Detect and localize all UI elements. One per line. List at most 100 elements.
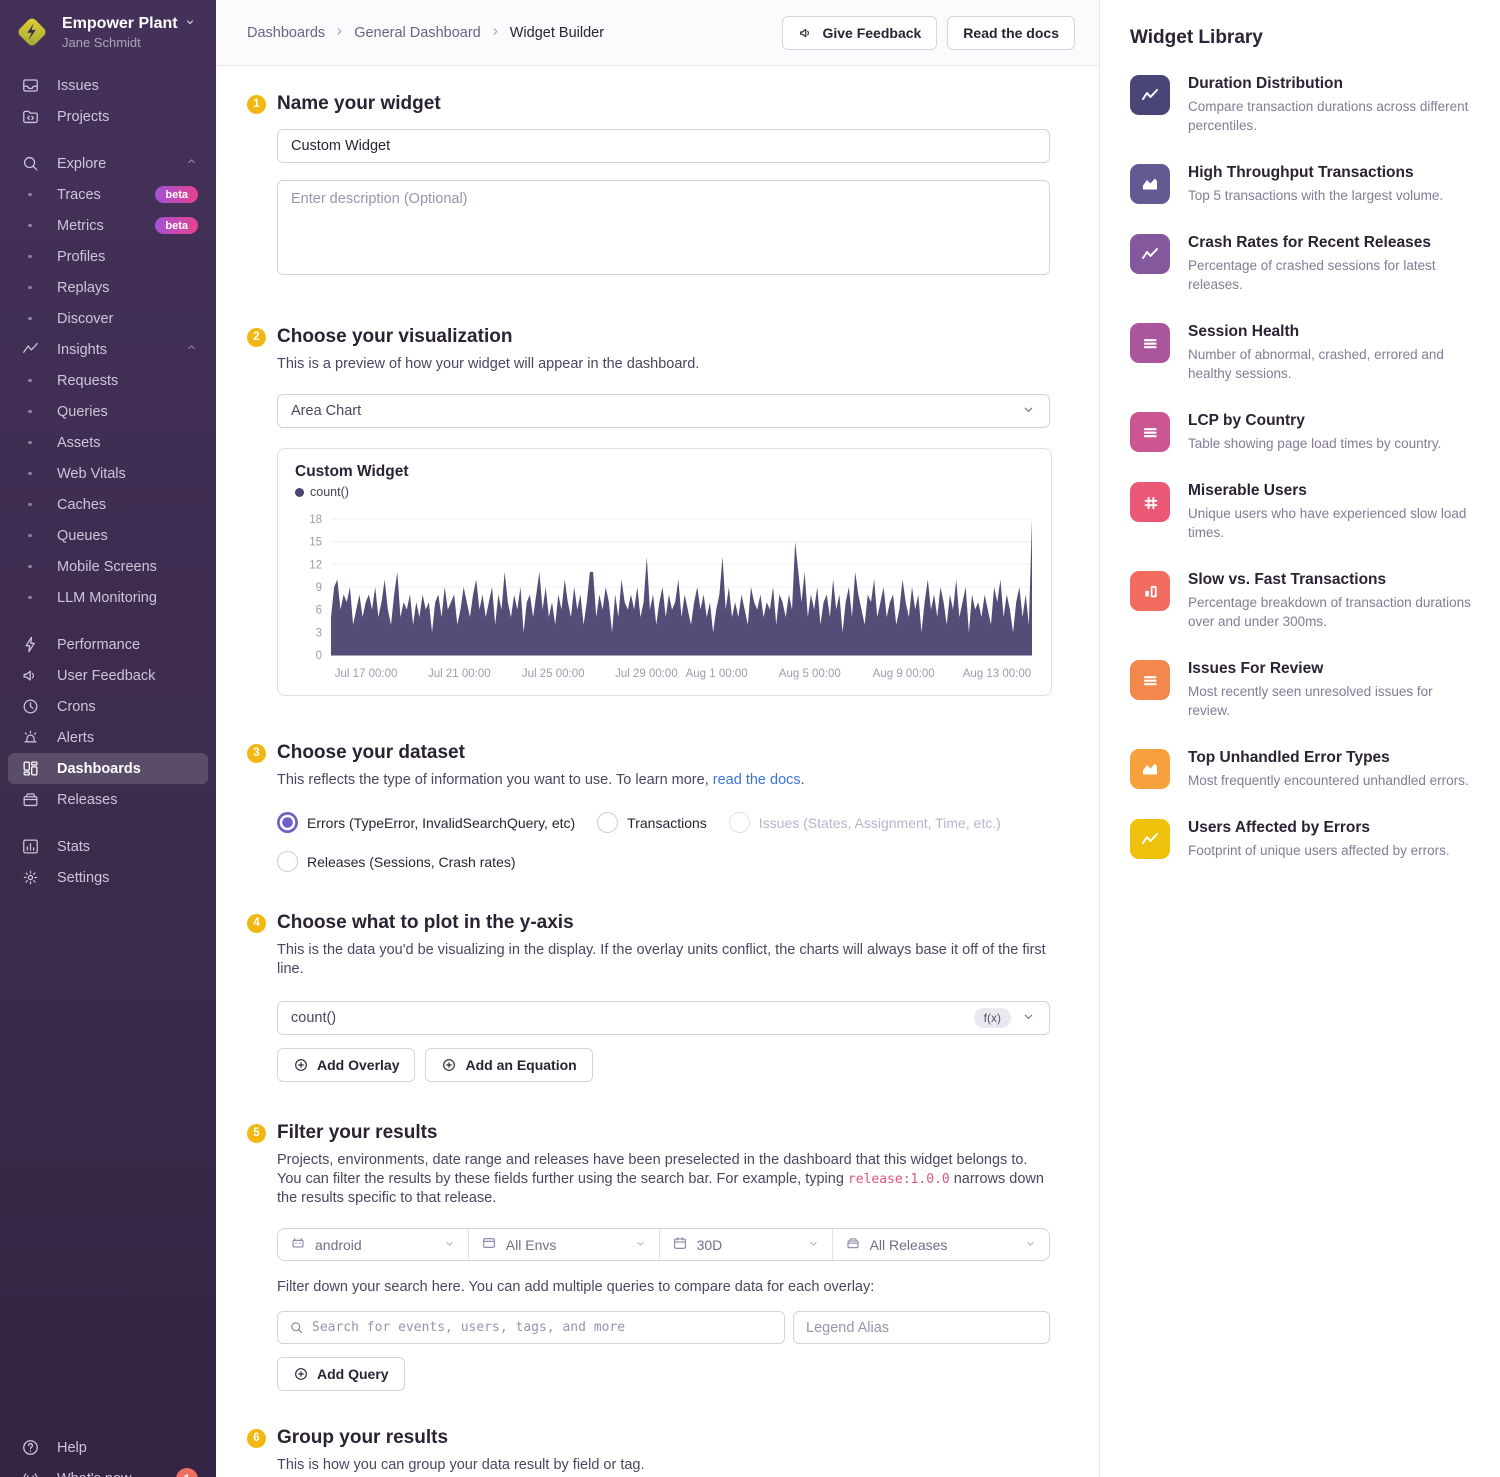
- library-item-issues-for-review[interactable]: Issues For ReviewMost recently seen unre…: [1130, 660, 1472, 720]
- sidebar-item-label: Metrics: [57, 218, 155, 234]
- sidebar-item-user-feedback[interactable]: User Feedback: [8, 660, 208, 691]
- step2-title: Choose your visualization: [277, 326, 512, 348]
- library-item-description: Table showing page load times by country…: [1188, 434, 1441, 453]
- give-feedback-button[interactable]: Give Feedback: [782, 16, 937, 50]
- main: Dashboards General Dashboard Widget Buil…: [216, 0, 1100, 1477]
- library-item-duration-distribution[interactable]: Duration DistributionCompare transaction…: [1130, 75, 1472, 135]
- sidebar-item-queries[interactable]: Queries: [8, 396, 208, 427]
- library-item-description: Number of abnormal, crashed, errored and…: [1188, 345, 1472, 383]
- dataset-radio-releases[interactable]: Releases (Sessions, Crash rates): [277, 851, 516, 872]
- sidebar-item-label: Stats: [57, 839, 198, 855]
- stats-icon: [20, 837, 40, 857]
- dataset-radio-errors[interactable]: Errors (TypeError, InvalidSearchQuery, e…: [277, 812, 575, 833]
- query-search-input[interactable]: [312, 1320, 773, 1335]
- bullet-icon: [20, 317, 40, 321]
- library-item-session-health[interactable]: Session HealthNumber of abnormal, crashe…: [1130, 323, 1472, 383]
- svg-text:Aug 13 00:00: Aug 13 00:00: [963, 668, 1031, 680]
- sidebar-item-metrics[interactable]: Metricsbeta: [8, 210, 208, 241]
- sidebar-item-performance[interactable]: Performance: [8, 629, 208, 660]
- add-overlay-button[interactable]: Add Overlay: [277, 1048, 415, 1082]
- step5-subtitle: Projects, environments, date range and r…: [277, 1151, 1052, 1208]
- search-icon: [20, 154, 40, 174]
- plus-circle-icon: [293, 1366, 309, 1382]
- widget-description-input[interactable]: [277, 180, 1050, 275]
- filter-all-envs[interactable]: All Envs: [468, 1229, 659, 1260]
- sidebar-item-insights[interactable]: Insights: [8, 334, 208, 365]
- topbar: Dashboards General Dashboard Widget Buil…: [216, 0, 1099, 66]
- sidebar-item-label: Help: [57, 1440, 198, 1456]
- library-item-miserable-users[interactable]: Miserable UsersUnique users who have exp…: [1130, 482, 1472, 542]
- library-item-description: Unique users who have experienced slow l…: [1188, 504, 1472, 542]
- add-equation-button[interactable]: Add an Equation: [425, 1048, 592, 1082]
- sidebar-group: Explore TracesbetaMetricsbetaProfilesRepl…: [0, 148, 216, 334]
- sidebar-item-caches[interactable]: Caches: [8, 489, 208, 520]
- read-the-docs-link[interactable]: read the docs: [713, 772, 801, 788]
- filter-label: All Envs: [506, 1237, 557, 1253]
- widget-name-input[interactable]: [277, 129, 1050, 163]
- sidebar-item-discover[interactable]: Discover: [8, 303, 208, 334]
- feedback-icon: [20, 666, 40, 686]
- sidebar-item-llm-monitoring[interactable]: LLM Monitoring: [8, 582, 208, 613]
- sidebar-item-projects[interactable]: Projects: [8, 101, 208, 132]
- sidebar-item-label: Issues: [57, 78, 198, 94]
- sidebar-group: PerformanceUser Feedback Crons AlertsDashb…: [0, 629, 216, 815]
- dataset-radio-transactions[interactable]: Transactions: [597, 812, 707, 833]
- sidebar-item-what-s-new[interactable]: What's new1: [8, 1463, 208, 1477]
- fx-badge: f(x): [974, 1008, 1011, 1028]
- sidebar-item-help[interactable]: Help: [8, 1432, 208, 1463]
- library-item-crash-rates-for-recent-releases[interactable]: Crash Rates for Recent ReleasesPercentag…: [1130, 234, 1472, 294]
- sidebar-item-releases[interactable]: Releases: [8, 784, 208, 815]
- whats-new-count-badge: 1: [176, 1468, 198, 1477]
- filter-all-releases[interactable]: All Releases: [832, 1229, 1049, 1260]
- sidebar-item-profiles[interactable]: Profiles: [8, 241, 208, 272]
- releases-sm-icon: [845, 1235, 861, 1254]
- filter-android[interactable]: android: [278, 1229, 468, 1260]
- breadcrumb-general-dashboard[interactable]: General Dashboard: [354, 25, 481, 41]
- library-item-users-affected-by-errors[interactable]: Users Affected by ErrorsFootprint of uni…: [1130, 819, 1472, 860]
- library-item-lcp-by-country[interactable]: LCP by CountryTable showing page load ti…: [1130, 412, 1472, 453]
- sidebar-item-assets[interactable]: Assets: [8, 427, 208, 458]
- radio-icon: [277, 851, 298, 872]
- org-switcher[interactable]: Empower Plant Jane Schmidt: [0, 0, 216, 70]
- sidebar-item-label: What's new: [57, 1471, 176, 1477]
- step3-heading: 3 Choose your dataset: [247, 742, 1099, 764]
- add-query-button[interactable]: Add Query: [277, 1357, 405, 1391]
- sidebar-item-issues[interactable]: Issues: [8, 70, 208, 101]
- sidebar-item-explore[interactable]: Explore: [8, 148, 208, 179]
- sidebar-item-label: Crons: [57, 699, 198, 715]
- filter-30d[interactable]: 30D: [659, 1229, 832, 1260]
- legend-alias-input[interactable]: [793, 1311, 1050, 1344]
- library-item-title: Users Affected by Errors: [1188, 819, 1450, 837]
- yaxis-function-select[interactable]: count() f(x): [277, 1001, 1050, 1035]
- library-item-slow-vs-fast-transactions[interactable]: Slow vs. Fast TransactionsPercentage bre…: [1130, 571, 1472, 631]
- sidebar-item-crons[interactable]: Crons: [8, 691, 208, 722]
- sidebar-item-label: Discover: [57, 311, 198, 327]
- breadcrumb-dashboards[interactable]: Dashboards: [247, 25, 325, 41]
- step6-title: Group your results: [277, 1427, 448, 1449]
- read-docs-button[interactable]: Read the docs: [947, 16, 1075, 50]
- sidebar-item-settings[interactable]: Settings: [8, 862, 208, 893]
- sidebar-item-dashboards[interactable]: Dashboards: [8, 753, 208, 784]
- insights-icon: [20, 340, 40, 360]
- sidebar-item-queues[interactable]: Queues: [8, 520, 208, 551]
- plus-circle-icon: [441, 1057, 457, 1073]
- sidebar-item-mobile-screens[interactable]: Mobile Screens: [8, 551, 208, 582]
- library-item-top-unhandled-error-types[interactable]: Top Unhandled Error TypesMost frequently…: [1130, 749, 1472, 790]
- sidebar-item-replays[interactable]: Replays: [8, 272, 208, 303]
- library-item-high-throughput-transactions[interactable]: High Throughput TransactionsTop 5 transa…: [1130, 164, 1472, 205]
- step1-heading: 1 Name your widget: [247, 93, 1099, 115]
- sidebar-item-web-vitals[interactable]: Web Vitals: [8, 458, 208, 489]
- visualization-select[interactable]: Area Chart: [277, 394, 1050, 428]
- sidebar-item-stats[interactable]: Stats: [8, 831, 208, 862]
- sidebar-item-alerts[interactable]: Alerts: [8, 722, 208, 753]
- step2-heading: 2 Choose your visualization: [247, 326, 1099, 348]
- radio-label: Errors (TypeError, InvalidSearchQuery, e…: [307, 815, 575, 831]
- breadcrumb: Dashboards General Dashboard Widget Buil…: [247, 25, 604, 41]
- sidebar-item-label: Explore: [57, 156, 185, 172]
- sidebar-item-label: LLM Monitoring: [57, 590, 198, 606]
- step2-subtitle: This is a preview of how your widget wil…: [277, 355, 1052, 374]
- sidebar-item-traces[interactable]: Tracesbeta: [8, 179, 208, 210]
- sidebar-item-requests[interactable]: Requests: [8, 365, 208, 396]
- radio-icon: [729, 812, 750, 833]
- chevron-up-icon: [185, 155, 198, 172]
